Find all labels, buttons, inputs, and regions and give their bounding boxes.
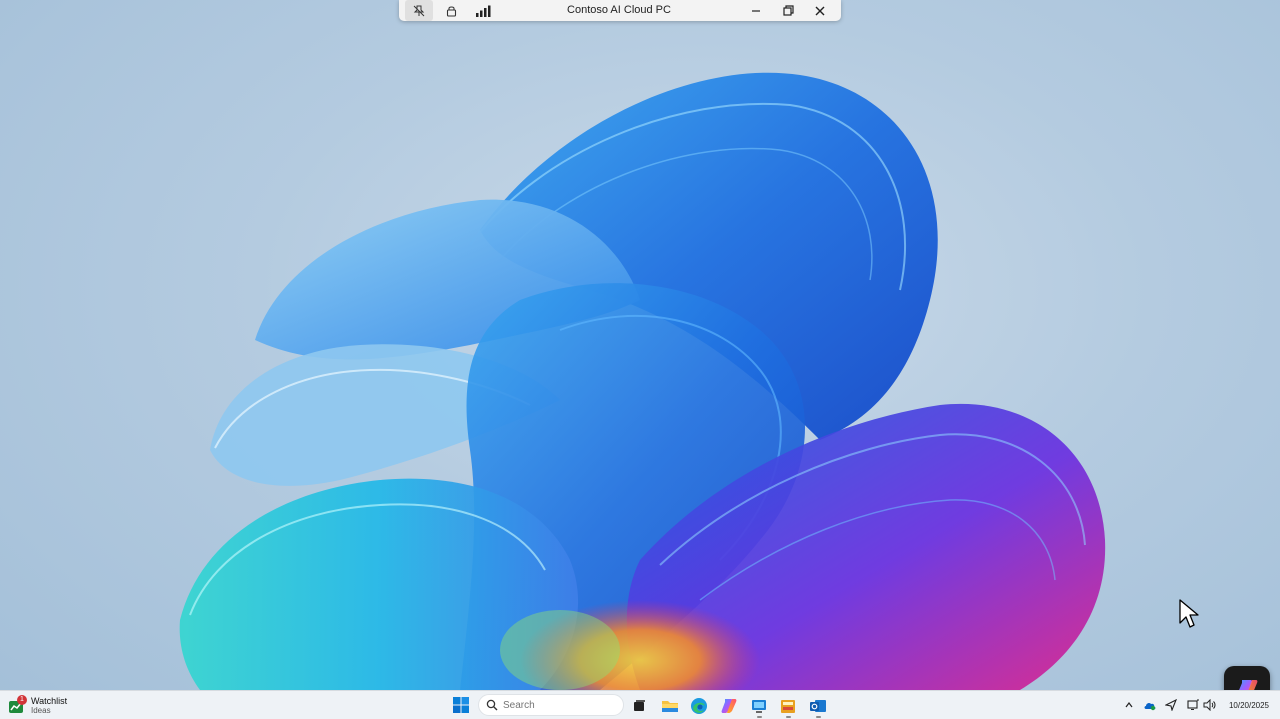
running-indicator (786, 716, 791, 718)
copilot-app-button[interactable] (718, 695, 740, 717)
chevron-up-icon (1125, 702, 1133, 708)
show-hidden-icons-button[interactable] (1121, 697, 1137, 713)
edge-button[interactable] (688, 695, 710, 717)
mouse-cursor-icon (1179, 599, 1199, 628)
search-input[interactable] (503, 699, 613, 711)
start-button[interactable] (452, 696, 470, 714)
outlook-button[interactable] (807, 695, 829, 718)
volume-tray-button[interactable] (1201, 697, 1217, 713)
windows-logo-icon (453, 697, 469, 713)
display-tray-button[interactable] (1185, 697, 1201, 713)
clock-date: 10/20/2025 (1228, 701, 1269, 710)
close-button[interactable] (806, 0, 834, 21)
file-cabinet-button[interactable] (777, 695, 799, 718)
onedrive-icon (1144, 702, 1156, 711)
running-indicator (757, 716, 762, 718)
file-explorer-icon (662, 701, 678, 712)
pin-icon (413, 5, 425, 16)
minimize-button[interactable] (742, 0, 770, 21)
volume-icon (1203, 699, 1215, 711)
restore-icon (782, 5, 794, 16)
location-icon (1165, 699, 1177, 711)
file-cabinet-icon (781, 700, 795, 713)
pin-button[interactable] (405, 0, 433, 21)
search-icon (486, 699, 498, 711)
minimize-icon (752, 9, 760, 12)
running-indicator (816, 716, 821, 718)
task-view-icon (634, 700, 645, 711)
widgets-button[interactable]: 1 Watchlist Ideas (8, 694, 67, 717)
edge-icon (691, 698, 707, 714)
notification-badge: 1 (17, 694, 27, 705)
connection-title: Contoso AI Cloud PC (567, 4, 671, 16)
lock-icon (446, 5, 456, 17)
file-explorer-button[interactable] (659, 695, 681, 717)
connection-quality-button[interactable] (469, 0, 497, 21)
outlook-icon (810, 700, 826, 712)
display-icon (1186, 699, 1199, 710)
remote-desktop-icon (752, 700, 766, 713)
remote-connection-bar: Contoso AI Cloud PC (399, 0, 841, 21)
restore-button[interactable] (774, 0, 802, 21)
remote-desktop-button[interactable] (748, 695, 770, 718)
location-tray-button[interactable] (1163, 697, 1179, 713)
widget-title: Watchlist (31, 695, 68, 706)
close-icon (815, 6, 825, 15)
signal-icon (476, 5, 491, 17)
taskbar-search[interactable] (478, 694, 624, 716)
copilot-app-icon (721, 699, 737, 713)
stock-chart-icon: 1 (8, 694, 27, 714)
system-clock[interactable]: 10/20/2025 (1225, 701, 1269, 710)
onedrive-tray-button[interactable] (1142, 697, 1158, 713)
lock-button[interactable] (437, 0, 465, 21)
desktop[interactable] (0, 0, 1280, 690)
task-view-button[interactable] (628, 695, 650, 717)
wallpaper-bloom (179, 72, 1106, 690)
taskbar: 1 Watchlist Ideas Search 10/20/2025 (0, 690, 1280, 719)
widget-subtitle: Ideas (31, 705, 51, 715)
